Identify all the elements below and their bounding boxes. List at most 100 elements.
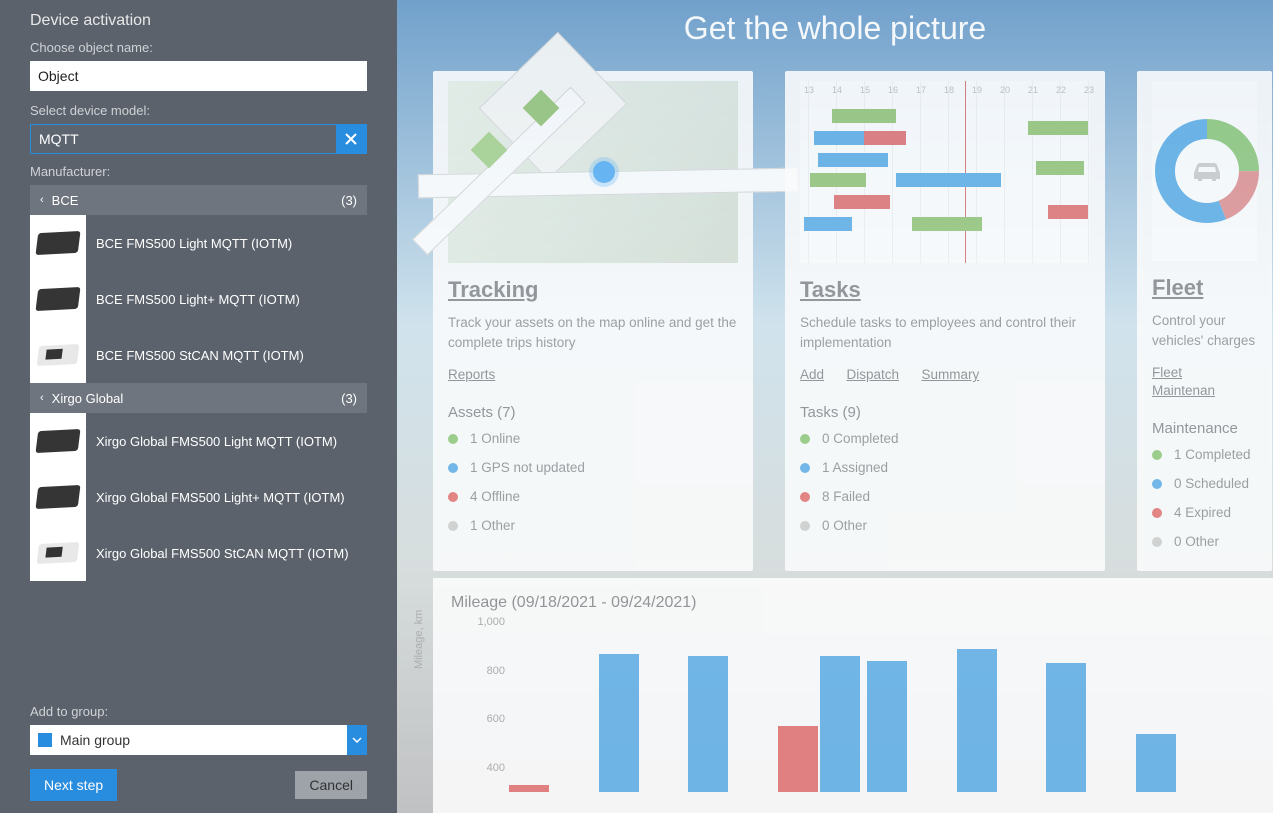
chart-bar-blue[interactable] xyxy=(1046,663,1086,792)
stat-label: 1 Completed xyxy=(1174,447,1251,462)
chart-bar-blue[interactable] xyxy=(957,649,997,792)
fleet-link[interactable]: Fleet xyxy=(1152,365,1182,380)
chart-bar-blue[interactable] xyxy=(867,661,907,792)
tasks-stats: 0 Completed1 Assigned8 Failed0 Other xyxy=(800,431,1090,547)
group-select[interactable]: Main group xyxy=(30,725,367,755)
chart-bar-blue[interactable] xyxy=(820,656,860,792)
device-label: BCE FMS500 StCAN MQTT (IOTM) xyxy=(96,348,304,363)
device-label: Xirgo Global FMS500 Light MQTT (IOTM) xyxy=(96,434,337,449)
device-model-item[interactable]: BCE FMS500 StCAN MQTT (IOTM) xyxy=(30,327,367,383)
status-dot xyxy=(448,434,458,444)
stat-label: 0 Other xyxy=(1174,534,1219,549)
group-color-swatch xyxy=(38,733,52,747)
dashboard-cards: Tracking Track your assets on the map on… xyxy=(397,71,1273,571)
status-dot xyxy=(800,434,810,444)
fleet-title[interactable]: Fleet xyxy=(1152,275,1257,301)
device-model-item[interactable]: BCE FMS500 Light MQTT (IOTM) xyxy=(30,215,367,271)
chart-area[interactable]: Mileage, km 4006008001,000 xyxy=(509,622,1225,792)
stat-row: 0 Other xyxy=(1152,534,1257,549)
cancel-button[interactable]: Cancel xyxy=(295,771,367,799)
device-model-item[interactable]: Xirgo Global FMS500 Light+ MQTT (IOTM) xyxy=(30,469,367,525)
stat-row: 1 Completed xyxy=(1152,447,1257,462)
next-step-button[interactable]: Next step xyxy=(30,769,117,801)
panel-buttons: Next step Cancel xyxy=(30,769,367,801)
stat-label: 0 Scheduled xyxy=(1174,476,1249,491)
y-tick: 800 xyxy=(465,665,505,677)
manufacturer-group-header[interactable]: ‹BCE(3) xyxy=(30,185,367,215)
device-image xyxy=(30,469,86,525)
group-dropdown-toggle[interactable] xyxy=(347,725,367,755)
device-image xyxy=(30,413,86,469)
device-label: BCE FMS500 Light+ MQTT (IOTM) xyxy=(96,292,300,307)
maintenance-link[interactable]: Maintenan xyxy=(1152,383,1215,398)
tracking-preview[interactable] xyxy=(448,81,738,263)
chart-bar-red[interactable] xyxy=(778,726,818,792)
chevron-left-icon: ‹ xyxy=(40,392,44,404)
group-select-value: Main group xyxy=(30,725,347,755)
tasks-links: Add Dispatch Summary xyxy=(800,366,1090,384)
chart-bar-red[interactable] xyxy=(509,785,549,792)
today-line xyxy=(965,81,966,263)
device-activation-panel: Device activation Choose object name: Se… xyxy=(0,0,397,813)
add-link[interactable]: Add xyxy=(800,367,824,382)
device-label: BCE FMS500 Light MQTT (IOTM) xyxy=(96,236,292,251)
device-groups-list: ‹ BCE (3) BCE FMS500 Light MQTT (IOTM) BCE F… xyxy=(30,185,367,581)
device-model-input[interactable] xyxy=(31,125,336,153)
dispatch-link[interactable]: Dispatch xyxy=(846,367,899,382)
main-dashboard: Get the whole picture Tracking Track you… xyxy=(397,0,1273,813)
status-dot xyxy=(448,521,458,531)
tracking-links: Reports xyxy=(448,366,738,384)
device-model-item[interactable]: BCE FMS500 Light+ MQTT (IOTM) xyxy=(30,271,367,327)
status-dot xyxy=(448,463,458,473)
group-count: (3) xyxy=(341,193,357,208)
chart-bar-blue[interactable] xyxy=(688,656,728,792)
chart-bar-blue[interactable] xyxy=(1136,734,1176,792)
y-axis: Mileage, km 4006008001,000 xyxy=(451,622,505,792)
add-to-group-label: Add to group: xyxy=(30,704,367,719)
y-tick: 1,000 xyxy=(465,616,505,628)
device-model-item[interactable]: Xirgo Global FMS500 Light MQTT (IOTM) xyxy=(30,413,367,469)
stat-label: 0 Other xyxy=(822,518,867,533)
stat-row: 0 Completed xyxy=(800,431,1090,446)
stat-row: 0 Other xyxy=(800,518,1090,533)
device-model-label: Select device model: xyxy=(30,103,367,118)
stat-row: 0 Scheduled xyxy=(1152,476,1257,491)
manufacturer-group-header[interactable]: ‹Xirgo Global(3) xyxy=(30,383,367,413)
mileage-chart-panel: Mileage (09/18/2021 - 09/24/2021) Mileag… xyxy=(433,578,1273,813)
status-dot xyxy=(800,521,810,531)
stat-row: 1 GPS not updated xyxy=(448,460,738,475)
device-label: Xirgo Global FMS500 Light+ MQTT (IOTM) xyxy=(96,490,345,505)
dashboard-headline: Get the whole picture xyxy=(397,10,1273,47)
object-name-input[interactable] xyxy=(30,61,367,91)
device-image xyxy=(30,327,86,383)
summary-link[interactable]: Summary xyxy=(921,367,979,382)
tasks-desc: Schedule tasks to employees and control … xyxy=(800,313,1090,352)
tasks-preview[interactable]: 1314151617181920212223 xyxy=(800,81,1090,263)
clear-search-button[interactable] xyxy=(336,125,366,153)
chart-title: Mileage (09/18/2021 - 09/24/2021) xyxy=(451,594,1255,612)
car-icon xyxy=(1190,159,1224,183)
timeline-day: 16 xyxy=(888,85,898,95)
tasks-title[interactable]: Tasks xyxy=(800,277,1090,303)
status-dot xyxy=(800,492,810,502)
group-count: (3) xyxy=(341,391,357,406)
timeline-day: 20 xyxy=(1000,85,1010,95)
fleet-preview[interactable] xyxy=(1152,81,1257,261)
group-name: BCE xyxy=(52,193,79,208)
tasks-card: 1314151617181920212223 Tasks Schedule ta… xyxy=(785,71,1105,571)
status-dot xyxy=(448,492,458,502)
assets-heading: Assets (7) xyxy=(448,404,738,421)
maintenance-heading: Maintenance xyxy=(1152,420,1257,437)
tracking-title[interactable]: Tracking xyxy=(448,277,738,303)
map-pin-icon xyxy=(593,161,615,183)
chart-bar-blue[interactable] xyxy=(599,654,639,792)
reports-link[interactable]: Reports xyxy=(448,367,495,382)
timeline-day: 18 xyxy=(944,85,954,95)
device-model-item[interactable]: Xirgo Global FMS500 StCAN MQTT (IOTM) xyxy=(30,525,367,581)
timeline-day: 13 xyxy=(804,85,814,95)
manufacturer-label: Manufacturer: xyxy=(30,164,367,179)
timeline-day: 23 xyxy=(1084,85,1094,95)
stat-label: 4 Expired xyxy=(1174,505,1231,520)
bar-group xyxy=(509,785,599,792)
stat-row: 1 Other xyxy=(448,518,738,533)
